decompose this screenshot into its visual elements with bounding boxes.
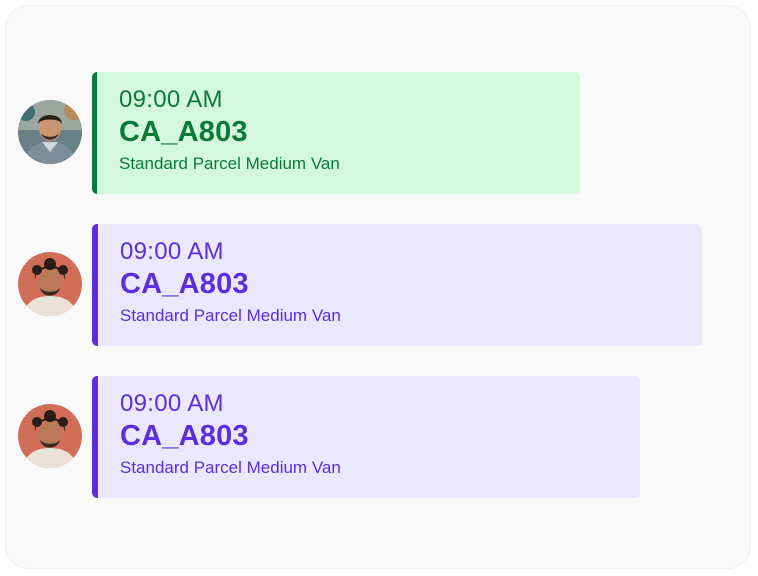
vehicle-code: CA_A803	[120, 268, 249, 300]
vehicle-description: Standard Parcel Medium Van	[120, 458, 341, 477]
curly-haired-man-avatar-icon	[18, 404, 82, 468]
avatar[interactable]	[18, 100, 82, 164]
schedule-panel: 09:00 AM CA_A803 Standard Parcel Medium …	[6, 6, 750, 568]
schedule-time: 09:00 AM	[120, 390, 224, 417]
vehicle-code: CA_A803	[119, 116, 248, 148]
avatar[interactable]	[18, 404, 82, 468]
vehicle-description: Standard Parcel Medium Van	[120, 306, 341, 325]
curly-haired-man-avatar-icon	[18, 252, 82, 316]
avatar[interactable]	[18, 252, 82, 316]
schedule-card[interactable]: 09:00 AM CA_A803 Standard Parcel Medium …	[92, 376, 640, 498]
schedule-time: 09:00 AM	[119, 86, 223, 113]
vehicle-description: Standard Parcel Medium Van	[119, 154, 340, 173]
vehicle-code: CA_A803	[120, 420, 249, 452]
schedule-time: 09:00 AM	[120, 238, 224, 265]
schedule-card[interactable]: 09:00 AM CA_A803 Standard Parcel Medium …	[92, 72, 580, 194]
schedule-card[interactable]: 09:00 AM CA_A803 Standard Parcel Medium …	[92, 224, 702, 346]
man-with-beard-avatar-icon	[18, 100, 82, 164]
